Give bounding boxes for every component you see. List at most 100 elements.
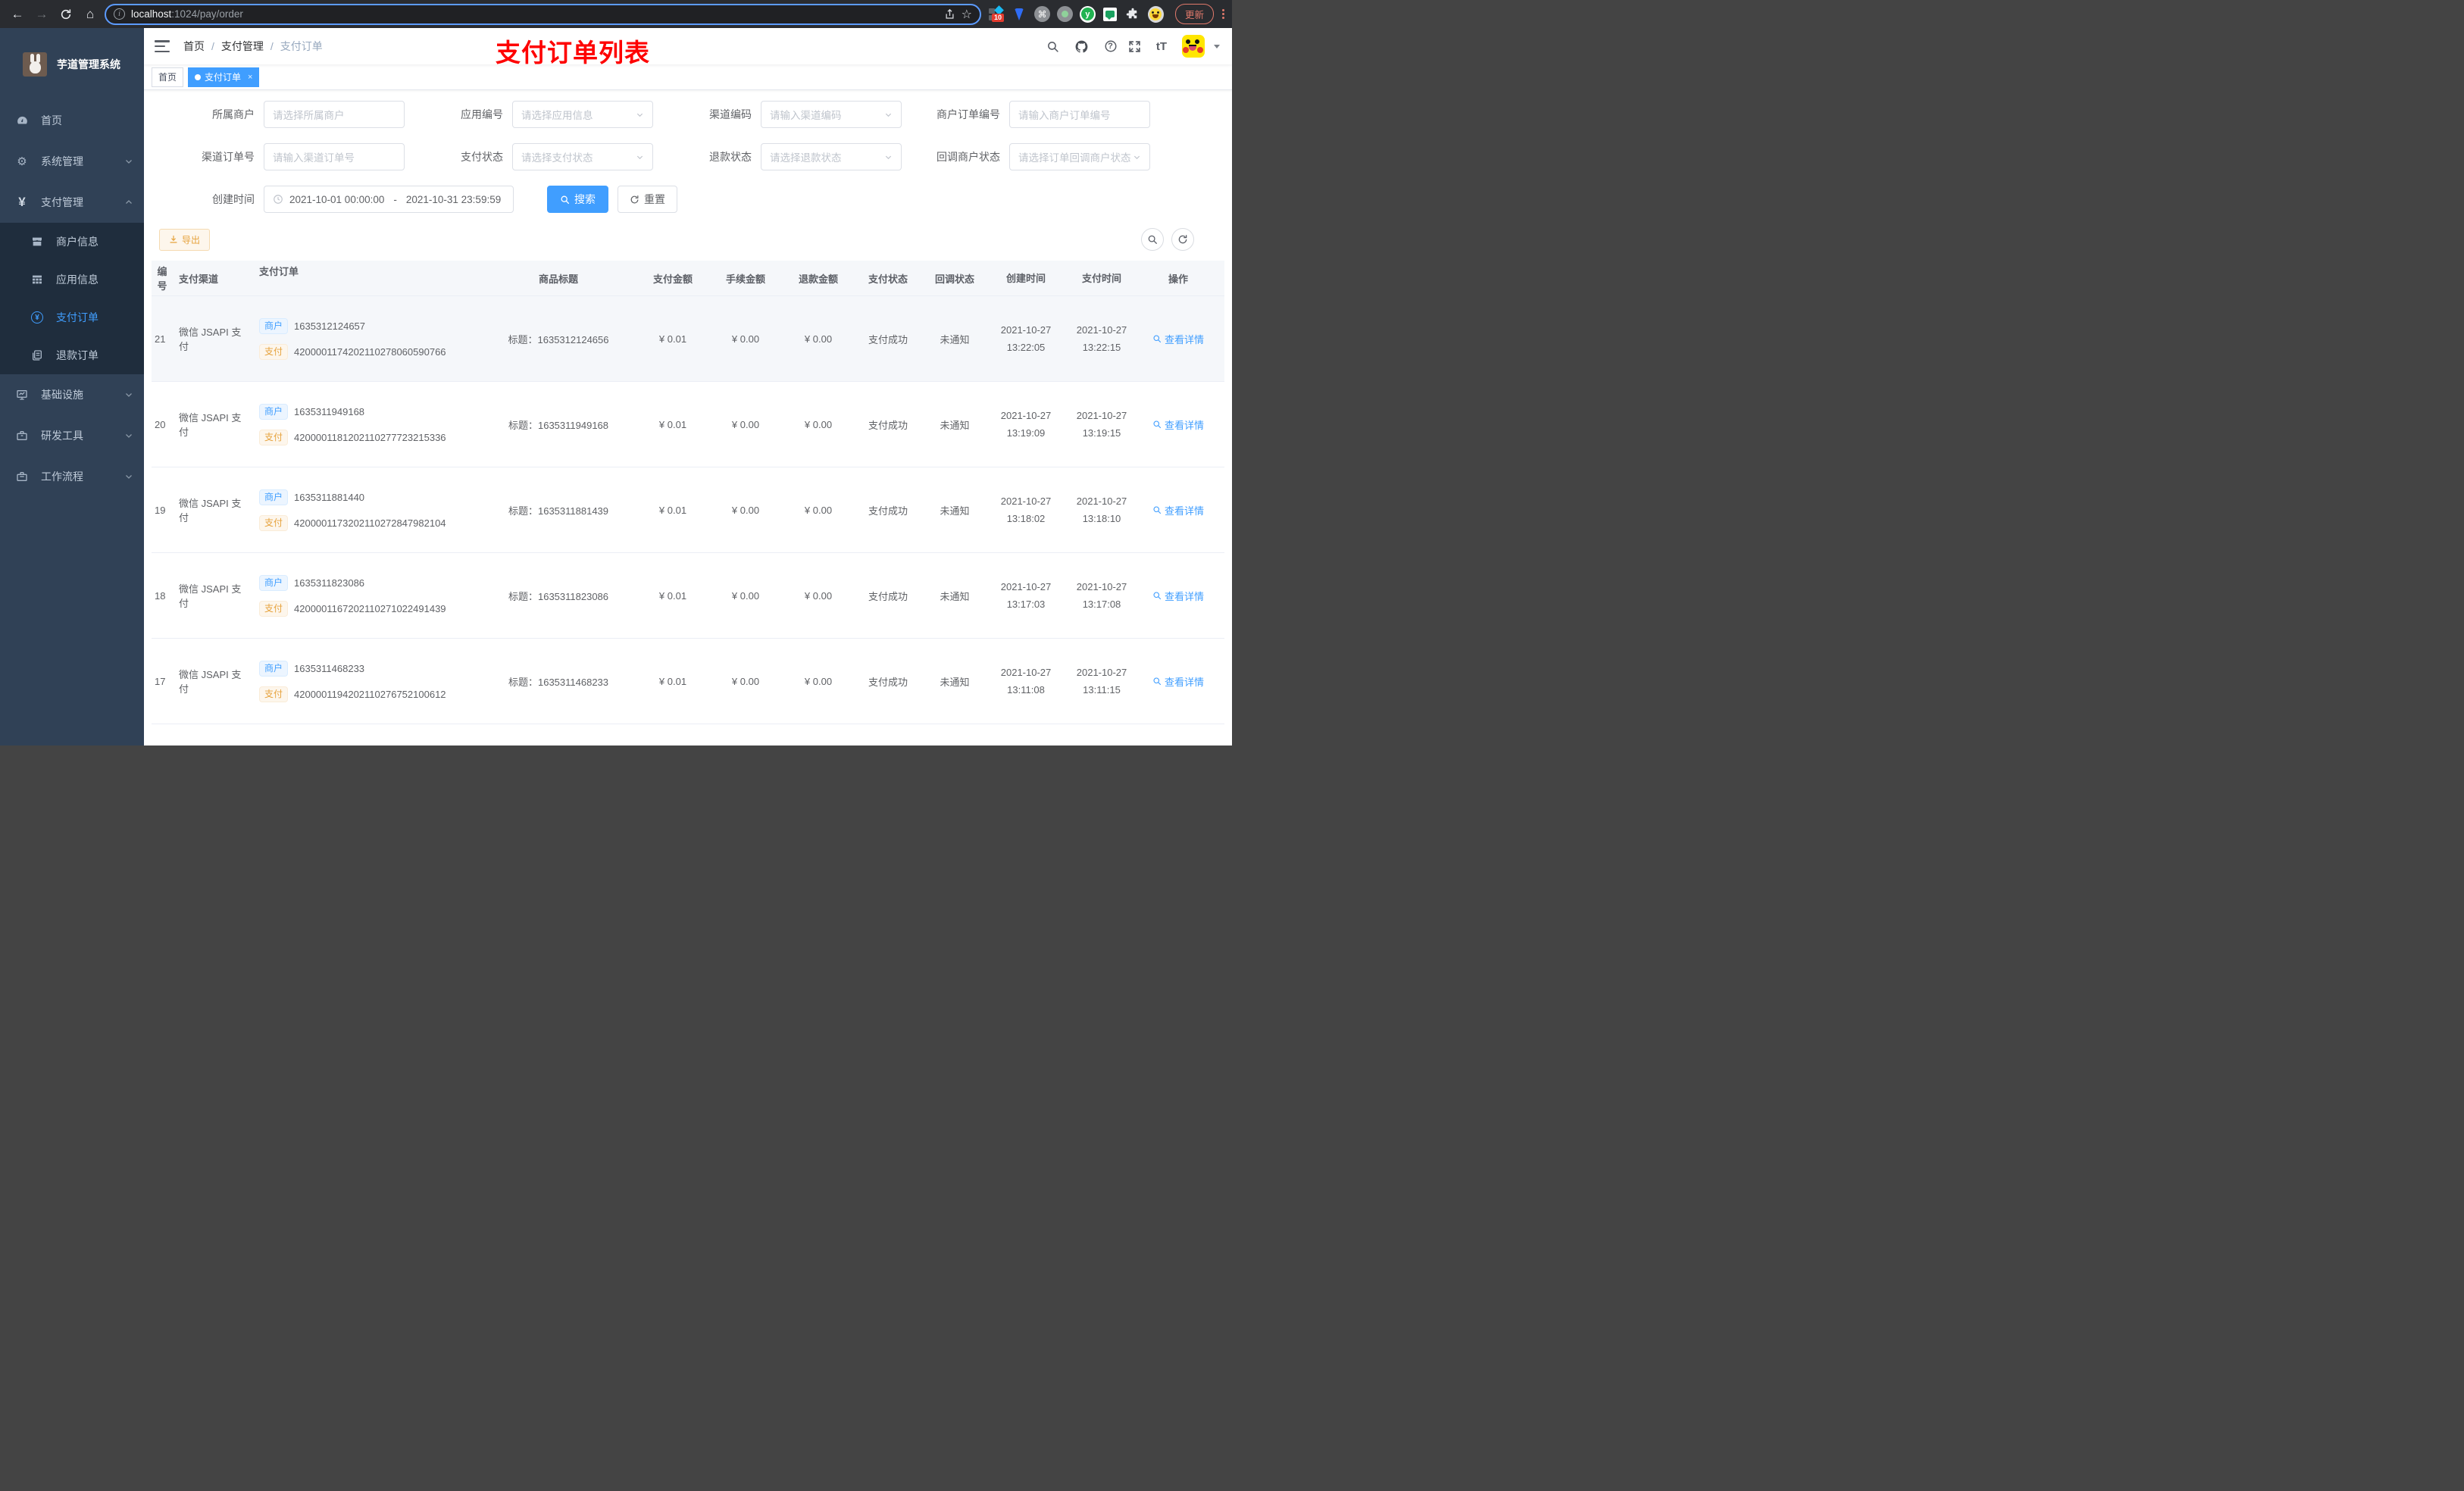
col-header-order: 支付订单 — [259, 266, 299, 277]
view-detail-link[interactable]: 查看详情 — [1152, 417, 1204, 432]
sidebar-item-system[interactable]: ⚙ 系统管理 — [0, 141, 144, 182]
command-extension-icon[interactable]: ⌘ — [1033, 6, 1050, 22]
sidebar: 芋道管理系统 首页 ⚙ 系统管理 ¥ 支付管理 商户信息 应用信息 ¥ 支付订单… — [0, 28, 144, 746]
home-icon[interactable]: ⌂ — [80, 5, 100, 24]
chat-extension-icon[interactable] — [1102, 6, 1118, 22]
sidebar-item-app-info[interactable]: 应用信息 — [0, 261, 144, 299]
cell-created-time: 2021-10-27 13:17:03 — [988, 553, 1064, 638]
breadcrumb-home[interactable]: 首页 — [183, 39, 205, 54]
cell-paid-time: 2021-10-27 13:17:08 — [1064, 553, 1140, 638]
notify-status-select[interactable]: 请选择订单回调商户状态 — [1009, 143, 1150, 170]
sidebar-item-home[interactable]: 首页 — [0, 100, 144, 141]
sidebar-item-merchant-info[interactable]: 商户信息 — [0, 223, 144, 261]
view-detail-link[interactable]: 查看详情 — [1152, 503, 1204, 517]
pixel-extension-icon[interactable]: 10 — [989, 5, 1005, 22]
dot-extension-icon[interactable] — [1056, 6, 1073, 22]
sidebar-item-label: 支付订单 — [56, 311, 98, 324]
sidebar-item-infra[interactable]: 基础设施 — [0, 374, 144, 415]
back-icon[interactable]: ← — [8, 5, 27, 24]
cell-created-time: 2021-10-27 13:19:09 — [988, 382, 1064, 467]
sidebar-item-pay[interactable]: ¥ 支付管理 — [0, 182, 144, 223]
puzzle-extensions-icon[interactable] — [1125, 6, 1141, 22]
kite-extension-icon[interactable] — [1012, 6, 1027, 22]
view-detail-link[interactable]: 查看详情 — [1152, 589, 1204, 603]
app-logo[interactable]: 芋道管理系统 — [0, 28, 144, 100]
user-avatar[interactable] — [1182, 35, 1205, 58]
search-icon[interactable] — [1046, 40, 1059, 53]
cell-action: 查看详情 — [1140, 553, 1217, 638]
fullscreen-icon[interactable] — [1128, 40, 1141, 53]
channel-code-select[interactable]: 请输入渠道编码 — [761, 101, 902, 128]
sidebar-toggle-icon[interactable] — [155, 40, 170, 52]
refresh-icon[interactable] — [1171, 228, 1194, 251]
view-detail-link[interactable]: 查看详情 — [1152, 332, 1204, 346]
site-info-icon[interactable]: i — [114, 8, 125, 20]
cell-notify-status: 未通知 — [940, 505, 970, 517]
address-bar[interactable]: i localhost:1024/pay/order ☆ — [105, 3, 981, 25]
sidebar-item-workflow[interactable]: 工作流程 — [0, 456, 144, 497]
tag-home[interactable]: 首页 — [152, 67, 184, 87]
tag-label: 支付订单 — [205, 72, 242, 83]
search-button-label: 搜索 — [574, 193, 596, 205]
placeholder-text: 请选择所属商户 — [273, 110, 345, 121]
table-row: 20 微信 JSAPI 支付 商户 1635311949168 支付 4200001… — [152, 382, 1224, 467]
merchant-input[interactable]: 请选择所属商户 — [264, 101, 405, 128]
tag-pay-order[interactable]: 支付订单 × — [188, 67, 260, 87]
cell-fee: ¥ 0.00 — [731, 675, 760, 687]
view-detail-label: 查看详情 — [1164, 505, 1204, 517]
sidebar-item-label: 工作流程 — [41, 470, 83, 483]
cell-title: 标题：1635312124656 — [480, 296, 636, 381]
date-range-picker[interactable]: 2021-10-01 00:00:00 - 2021-10-31 23:59:5… — [264, 186, 514, 213]
share-icon[interactable] — [944, 8, 955, 20]
bookmark-star-icon[interactable]: ☆ — [962, 7, 972, 22]
filter-label: 应用编号 — [461, 108, 503, 120]
channel-order-no-input[interactable]: 请输入渠道订单号 — [264, 143, 405, 170]
cell-order: 商户 1635311468233 支付 4200001194202110276752… — [255, 639, 480, 724]
pay-status-select[interactable]: 请选择支付状态 — [512, 143, 653, 170]
cell-amount: ¥ 0.01 — [658, 675, 687, 687]
search-button[interactable]: 搜索 — [547, 186, 608, 213]
reset-button[interactable]: 重置 — [618, 186, 677, 213]
refund-status-select[interactable]: 请选择退款状态 — [761, 143, 902, 170]
cell-amount: ¥ 0.01 — [658, 333, 687, 345]
toggle-search-icon[interactable] — [1141, 228, 1164, 251]
font-size-icon[interactable]: tT — [1156, 40, 1167, 53]
filter-refund-status: 退款状态 请选择退款状态 — [676, 143, 902, 170]
cell-action: 查看详情 — [1140, 639, 1217, 724]
sidebar-item-refund-order[interactable]: 退款订单 — [0, 336, 144, 374]
y-extension-icon[interactable]: y — [1079, 5, 1096, 23]
active-dot — [195, 73, 202, 80]
table-header-row: 编号 支付渠道 支付订单 商品标题 支付金额 手续金额 退款金额 支付状态 回调… — [152, 261, 1224, 296]
date: 2021-10-27 — [1076, 324, 1127, 336]
filter-merchant-order-no: 商户订单编号 请输入商户订单编号 — [924, 101, 1150, 128]
tags-bar: 首页 支付订单 × — [144, 64, 1232, 90]
github-icon[interactable] — [1074, 39, 1089, 54]
col-header-pay-status: 支付状态 — [868, 273, 908, 285]
filter-notify-status: 回调商户状态 请选择订单回调商户状态 — [924, 143, 1150, 170]
help-icon[interactable]: ? — [1104, 39, 1117, 53]
app-select[interactable]: 请选择应用信息 — [512, 101, 653, 128]
reload-icon[interactable] — [56, 5, 76, 24]
avatar-caret-icon[interactable] — [1214, 44, 1220, 48]
cell-refund: ¥ 0.00 — [804, 504, 833, 516]
sidebar-item-pay-order[interactable]: ¥ 支付订单 — [0, 299, 144, 336]
sidebar-item-dev-tools[interactable]: 研发工具 — [0, 415, 144, 456]
breadcrumb-pay[interactable]: 支付管理 — [221, 39, 264, 54]
merchant-badge: 商户 — [259, 574, 289, 591]
date: 2021-10-27 — [1000, 324, 1052, 336]
view-detail-link[interactable]: 查看详情 — [1152, 674, 1204, 689]
cell-channel: 微信 JSAPI 支付 — [179, 669, 242, 695]
profile-emoji-icon[interactable] — [1147, 5, 1164, 23]
chevron-down-icon — [636, 111, 644, 119]
tag-close-icon[interactable]: × — [248, 73, 252, 82]
list-toolbar: 导出 — [144, 228, 1232, 251]
browser-update-button[interactable]: 更新 — [1174, 4, 1214, 24]
browser-menu-icon[interactable] — [1222, 9, 1224, 19]
placeholder-text: 请输入商户订单编号 — [1018, 110, 1111, 121]
forward-icon[interactable]: → — [32, 5, 52, 24]
export-button[interactable]: 导出 — [159, 228, 211, 251]
cell-paid-time: 2021-10-27 13:22:15 — [1064, 296, 1140, 381]
toolbox-icon — [15, 430, 29, 442]
merchant-order-no-input[interactable]: 请输入商户订单编号 — [1009, 101, 1150, 128]
time: 13:18:02 — [1006, 513, 1046, 524]
